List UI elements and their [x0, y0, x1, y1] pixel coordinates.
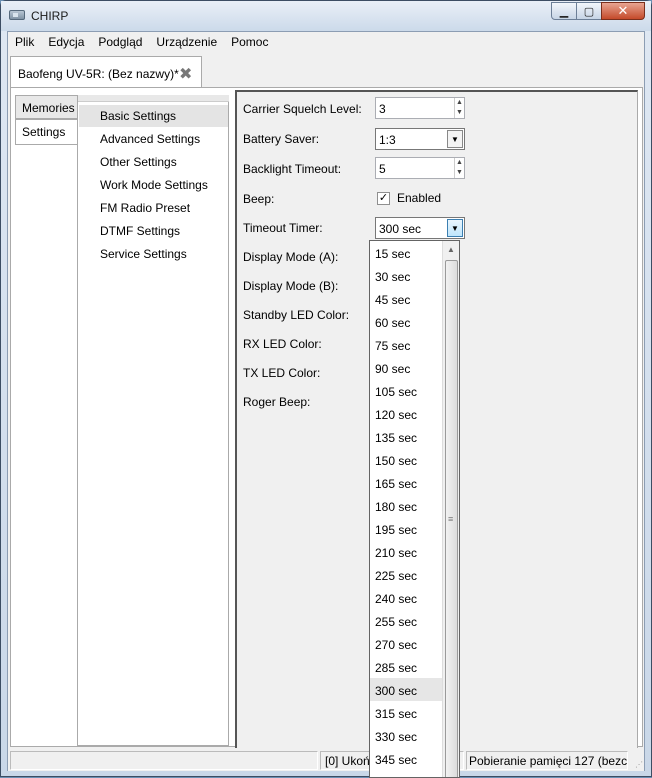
document-area: Memories Settings Basic Settings Advance… [10, 87, 643, 748]
chirp-window: CHIRP ▁ ▢ ✕ Plik Edycja Podgląd Urządzen… [0, 0, 652, 778]
dropdown-option[interactable]: 45 sec [370, 287, 443, 310]
maximize-button[interactable]: ▢ [576, 2, 602, 20]
dropdown-option[interactable]: 345 sec [370, 747, 443, 770]
minimize-icon: ▁ [559, 5, 569, 18]
menu-pomoc[interactable]: Pomoc [224, 32, 275, 52]
spin-up-icon[interactable]: ▲ [455, 98, 464, 108]
window-controls: ▁ ▢ ✕ [551, 2, 645, 20]
tx-led-color-label: TX LED Color: [243, 366, 321, 380]
roger-beep-label: Roger Beep: [243, 395, 311, 409]
beep-checkbox-group[interactable]: ✓ Enabled [377, 191, 441, 205]
dropdown-option[interactable]: 90 sec [370, 356, 443, 379]
chirp-app-icon [9, 10, 25, 20]
status-bar: [0] Ukończono Pobieranie pamięci 127 (be… [8, 750, 644, 771]
tree-item-work-mode-settings[interactable]: Work Mode Settings [79, 174, 228, 196]
backlight-timeout-spinner[interactable]: 5 ▲ ▼ [375, 157, 465, 179]
dropdown-option[interactable]: 240 sec [370, 586, 443, 609]
scrollbar-thumb[interactable]: ≡ [445, 260, 458, 777]
dropdown-option[interactable]: 270 sec [370, 632, 443, 655]
menu-edycja[interactable]: Edycja [41, 32, 91, 52]
client-area: Plik Edycja Podgląd Urządzenie Pomoc Bao… [7, 31, 645, 771]
grip-icon: ≡ [448, 514, 454, 524]
dropdown-option[interactable]: 15 sec [370, 241, 443, 264]
beep-checkbox-label: Enabled [397, 191, 442, 205]
carrier-squelch-spin-buttons: ▲ ▼ [454, 98, 464, 118]
settings-tree: Basic Settings Advanced Settings Other S… [77, 95, 229, 746]
minimize-button[interactable]: ▁ [551, 2, 577, 20]
battery-saver-combo[interactable]: 1:3 ▼ [375, 128, 465, 150]
dropdown-option[interactable]: 330 sec [370, 724, 443, 747]
tab-close-icon[interactable]: ✖ [179, 64, 192, 84]
maximize-icon: ▢ [583, 5, 595, 18]
close-button[interactable]: ✕ [601, 2, 645, 20]
dropdown-option[interactable]: 60 sec [370, 310, 443, 333]
dropdown-option[interactable]: 210 sec [370, 540, 443, 563]
menu-urzadzenie[interactable]: Urządzenie [149, 32, 224, 52]
status-message: Pobieranie pamięci 127 (bezc... [466, 751, 628, 770]
spin-down-icon[interactable]: ▼ [455, 168, 464, 178]
rx-led-color-label: RX LED Color: [243, 337, 322, 351]
timeout-timer-label: Timeout Timer: [243, 221, 323, 235]
menu-plik[interactable]: Plik [8, 32, 41, 52]
display-mode-a-label: Display Mode (A): [243, 250, 339, 264]
backlight-timeout-spin-buttons: ▲ ▼ [454, 158, 464, 178]
beep-checkbox[interactable]: ✓ [377, 191, 390, 205]
timeout-timer-combo[interactable]: 300 sec ▼ [375, 217, 465, 239]
dropdown-option[interactable]: 105 sec [370, 379, 443, 402]
dropdown-option[interactable]: 225 sec [370, 563, 443, 586]
timeout-timer-dropdown[interactable]: 15 sec 30 sec 45 sec 60 sec 75 sec 90 se… [369, 240, 460, 778]
title-bar[interactable]: CHIRP ▁ ▢ ✕ [1, 1, 651, 31]
tab-memories[interactable]: Memories [15, 95, 77, 119]
menu-bar: Plik Edycja Podgląd Urządzenie Pomoc [8, 32, 644, 52]
dropdown-option[interactable]: 165 sec [370, 471, 443, 494]
backlight-timeout-label: Backlight Timeout: [243, 162, 342, 176]
tree-item-basic-settings[interactable]: Basic Settings [79, 105, 228, 127]
window-title: CHIRP [31, 9, 69, 23]
tree-item-advanced-settings[interactable]: Advanced Settings [79, 128, 228, 150]
document-tab[interactable]: Baofeng UV-5R: (Bez nazwy)* ✖ [10, 56, 202, 88]
document-tab-label: Baofeng UV-5R: (Bez nazwy)* [18, 67, 179, 81]
chevron-down-icon[interactable]: ▼ [447, 130, 463, 148]
tab-settings[interactable]: Settings [15, 119, 77, 145]
dropdown-option[interactable]: 150 sec [370, 448, 443, 471]
status-left [10, 751, 318, 770]
tree-item-service-settings[interactable]: Service Settings [79, 243, 228, 265]
battery-saver-value: 1:3 [379, 133, 396, 147]
chevron-down-icon[interactable]: ▼ [447, 219, 463, 237]
dropdown-option[interactable]: 75 sec [370, 333, 443, 356]
dropdown-option[interactable]: 120 sec [370, 402, 443, 425]
standby-led-color-label: Standby LED Color: [243, 308, 350, 322]
close-icon: ✕ [617, 3, 629, 18]
tree-item-other-settings[interactable]: Other Settings [79, 151, 228, 173]
carrier-squelch-value: 3 [379, 102, 386, 116]
battery-saver-label: Battery Saver: [243, 132, 320, 146]
dropdown-option[interactable]: 30 sec [370, 264, 443, 287]
spin-up-icon[interactable]: ▲ [455, 158, 464, 168]
dropdown-option[interactable]: 315 sec [370, 701, 443, 724]
menu-podglad[interactable]: Podgląd [91, 32, 149, 52]
dropdown-option[interactable]: 135 sec [370, 425, 443, 448]
dropdown-option-selected[interactable]: 300 sec [370, 678, 443, 701]
dropdown-option[interactable]: 255 sec [370, 609, 443, 632]
carrier-squelch-spinner[interactable]: 3 ▲ ▼ [375, 97, 465, 119]
carrier-squelch-label: Carrier Squelch Level: [243, 102, 362, 116]
tree-item-fm-radio-preset[interactable]: FM Radio Preset [79, 197, 228, 219]
scroll-up-icon[interactable]: ▲ [443, 241, 459, 258]
spin-down-icon[interactable]: ▼ [455, 108, 464, 118]
dropdown-option[interactable]: 195 sec [370, 517, 443, 540]
beep-label: Beep: [243, 192, 275, 206]
dropdown-list: 15 sec 30 sec 45 sec 60 sec 75 sec 90 se… [370, 241, 443, 777]
dropdown-scrollbar[interactable]: ▲ ≡ [442, 241, 459, 777]
tree-item-dtmf-settings[interactable]: DTMF Settings [79, 220, 228, 242]
dropdown-option[interactable]: 285 sec [370, 655, 443, 678]
resize-grip-icon[interactable]: ⋰ [635, 760, 643, 769]
timeout-timer-value: 300 sec [379, 222, 422, 236]
display-mode-b-label: Display Mode (B): [243, 279, 339, 293]
backlight-timeout-value: 5 [379, 162, 386, 176]
dropdown-option[interactable]: 180 sec [370, 494, 443, 517]
tree-header [78, 95, 229, 102]
